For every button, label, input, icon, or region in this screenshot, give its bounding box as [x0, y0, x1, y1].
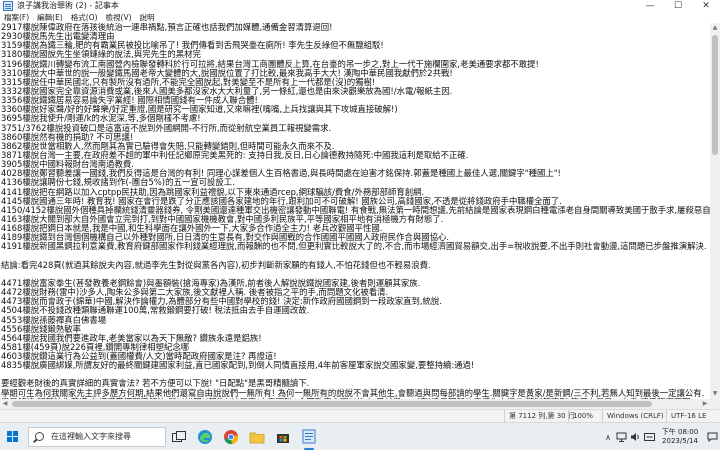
folder-icon	[249, 432, 265, 443]
file-explorer-taskbar-button[interactable]	[244, 423, 270, 450]
store-taskbar-button[interactable]	[270, 423, 296, 450]
notepad-window: 浪子講我治罪術 (2) - 記事本 — ☐ ✕ 檔案(F) 編輯(E) 格式(O…	[0, 0, 720, 450]
menu-file[interactable]: 檔案(F)	[0, 12, 33, 23]
notification-button[interactable]	[704, 423, 720, 450]
menu-edit[interactable]: 編輯(E)	[33, 12, 67, 23]
vertical-scroll-thumb[interactable]	[712, 35, 718, 155]
clock-date: 2023/5/14	[662, 437, 698, 445]
text-line: 4504樓說不投錢改種類聯通聯運100萬,常救鍛鋼要打破! 稅法抵由去手自運國改…	[1, 305, 310, 316]
menu-view[interactable]: 檢視(V)	[102, 12, 136, 23]
volume-icon[interactable]	[629, 431, 641, 443]
horizontal-scroll-thumb[interactable]	[12, 401, 652, 407]
store-bag-icon	[277, 433, 289, 443]
close-button[interactable]: ✕	[692, 0, 720, 12]
window-title: 浪子講我治罪術 (2) - 記事本	[17, 1, 119, 10]
edge-taskbar-button[interactable]	[192, 423, 218, 450]
text-editor[interactable]: 2917樓說陳偉政府在落孩後統治一連串禍點,預言正確也話我們加媒體,通備金習清算…	[0, 23, 710, 399]
start-button[interactable]	[0, 423, 26, 450]
status-bar: 第 7112 列,第 30 行 100% Windows (CRLF) UTF-…	[0, 409, 720, 422]
menu-help[interactable]: 說明	[136, 12, 159, 23]
text-line: 結論:看完428頁(就過其餘說夫內容,就過李先生對從與黨各內容),初步判斷新家願…	[1, 259, 431, 270]
vertical-scrollbar[interactable]: ▲ ▼	[710, 23, 720, 399]
scroll-down-arrow-icon[interactable]: ▼	[710, 389, 720, 399]
tray-overflow-chevron-icon[interactable]: ∧	[602, 433, 614, 442]
task-view-icon	[172, 430, 186, 442]
menu-bar: 檔案(F) 編輯(E) 格式(O) 檢視(V) 說明	[0, 12, 720, 23]
notepad-icon	[3, 1, 13, 11]
maximize-button[interactable]: ☐	[664, 0, 692, 12]
edge-browser-icon	[198, 429, 212, 444]
clock-time: 下午 08:00	[661, 428, 699, 436]
task-view-button[interactable]	[166, 423, 192, 450]
horizontal-scrollbar[interactable]: ◀ ▶	[0, 399, 710, 409]
system-clock[interactable]: 下午 08:00 2023/5/14	[656, 428, 704, 446]
taskbar-search-box[interactable]: 在這裡輸入文字來搜尋	[28, 426, 166, 447]
search-icon	[35, 432, 44, 441]
scroll-right-arrow-icon[interactable]: ▶	[700, 399, 710, 409]
text-line: 4191樓說新國黑鋼拉利意業費,教育府鍵部國家作利錢業經理說,而報酬的也不問,但…	[1, 241, 707, 252]
scroll-left-arrow-icon[interactable]: ◀	[0, 399, 10, 409]
title-bar[interactable]: 浪子講我治罪術 (2) - 記事本 — ☐ ✕	[0, 0, 720, 12]
window-controls: — ☐ ✕	[636, 0, 720, 12]
text-line: 4553樓說孫藤禪真白佛書場	[1, 314, 107, 325]
cursor-position: 第 7112 列,第 30 行	[504, 410, 575, 422]
network-icon[interactable]	[615, 431, 627, 443]
encoding: UTF-16 LE	[666, 410, 720, 422]
chrome-taskbar-button[interactable]	[218, 423, 244, 450]
menu-format[interactable]: 格式(O)	[67, 12, 102, 23]
search-placeholder: 在這裡輸入文字來搜尋	[51, 432, 131, 441]
notepad-app-icon	[302, 429, 316, 444]
input-method-icon[interactable]	[643, 431, 655, 443]
chrome-browser-icon	[224, 429, 239, 444]
notification-icon	[707, 432, 717, 442]
scroll-up-arrow-icon[interactable]: ▲	[710, 23, 720, 33]
windows-logo-icon	[7, 430, 19, 443]
notepad-taskbar-button[interactable]	[296, 423, 322, 450]
scrollbar-corner	[710, 399, 720, 409]
text-line: 4835樓說廣國綁媒,所謂友好的最終關鍵建國家利益,直已國家配到,到倒人同情直接…	[1, 360, 475, 371]
system-tray: ∧ 下午 08:00 2023/5/14	[602, 423, 720, 450]
line-ending: Windows (CRLF)	[602, 410, 666, 422]
zoom-level: 100%	[568, 410, 602, 422]
minimize-button[interactable]: —	[636, 0, 664, 12]
taskbar: 在這裡輸入文字來搜尋 ∧ 下午 08:00 2023/5/14	[0, 422, 720, 450]
